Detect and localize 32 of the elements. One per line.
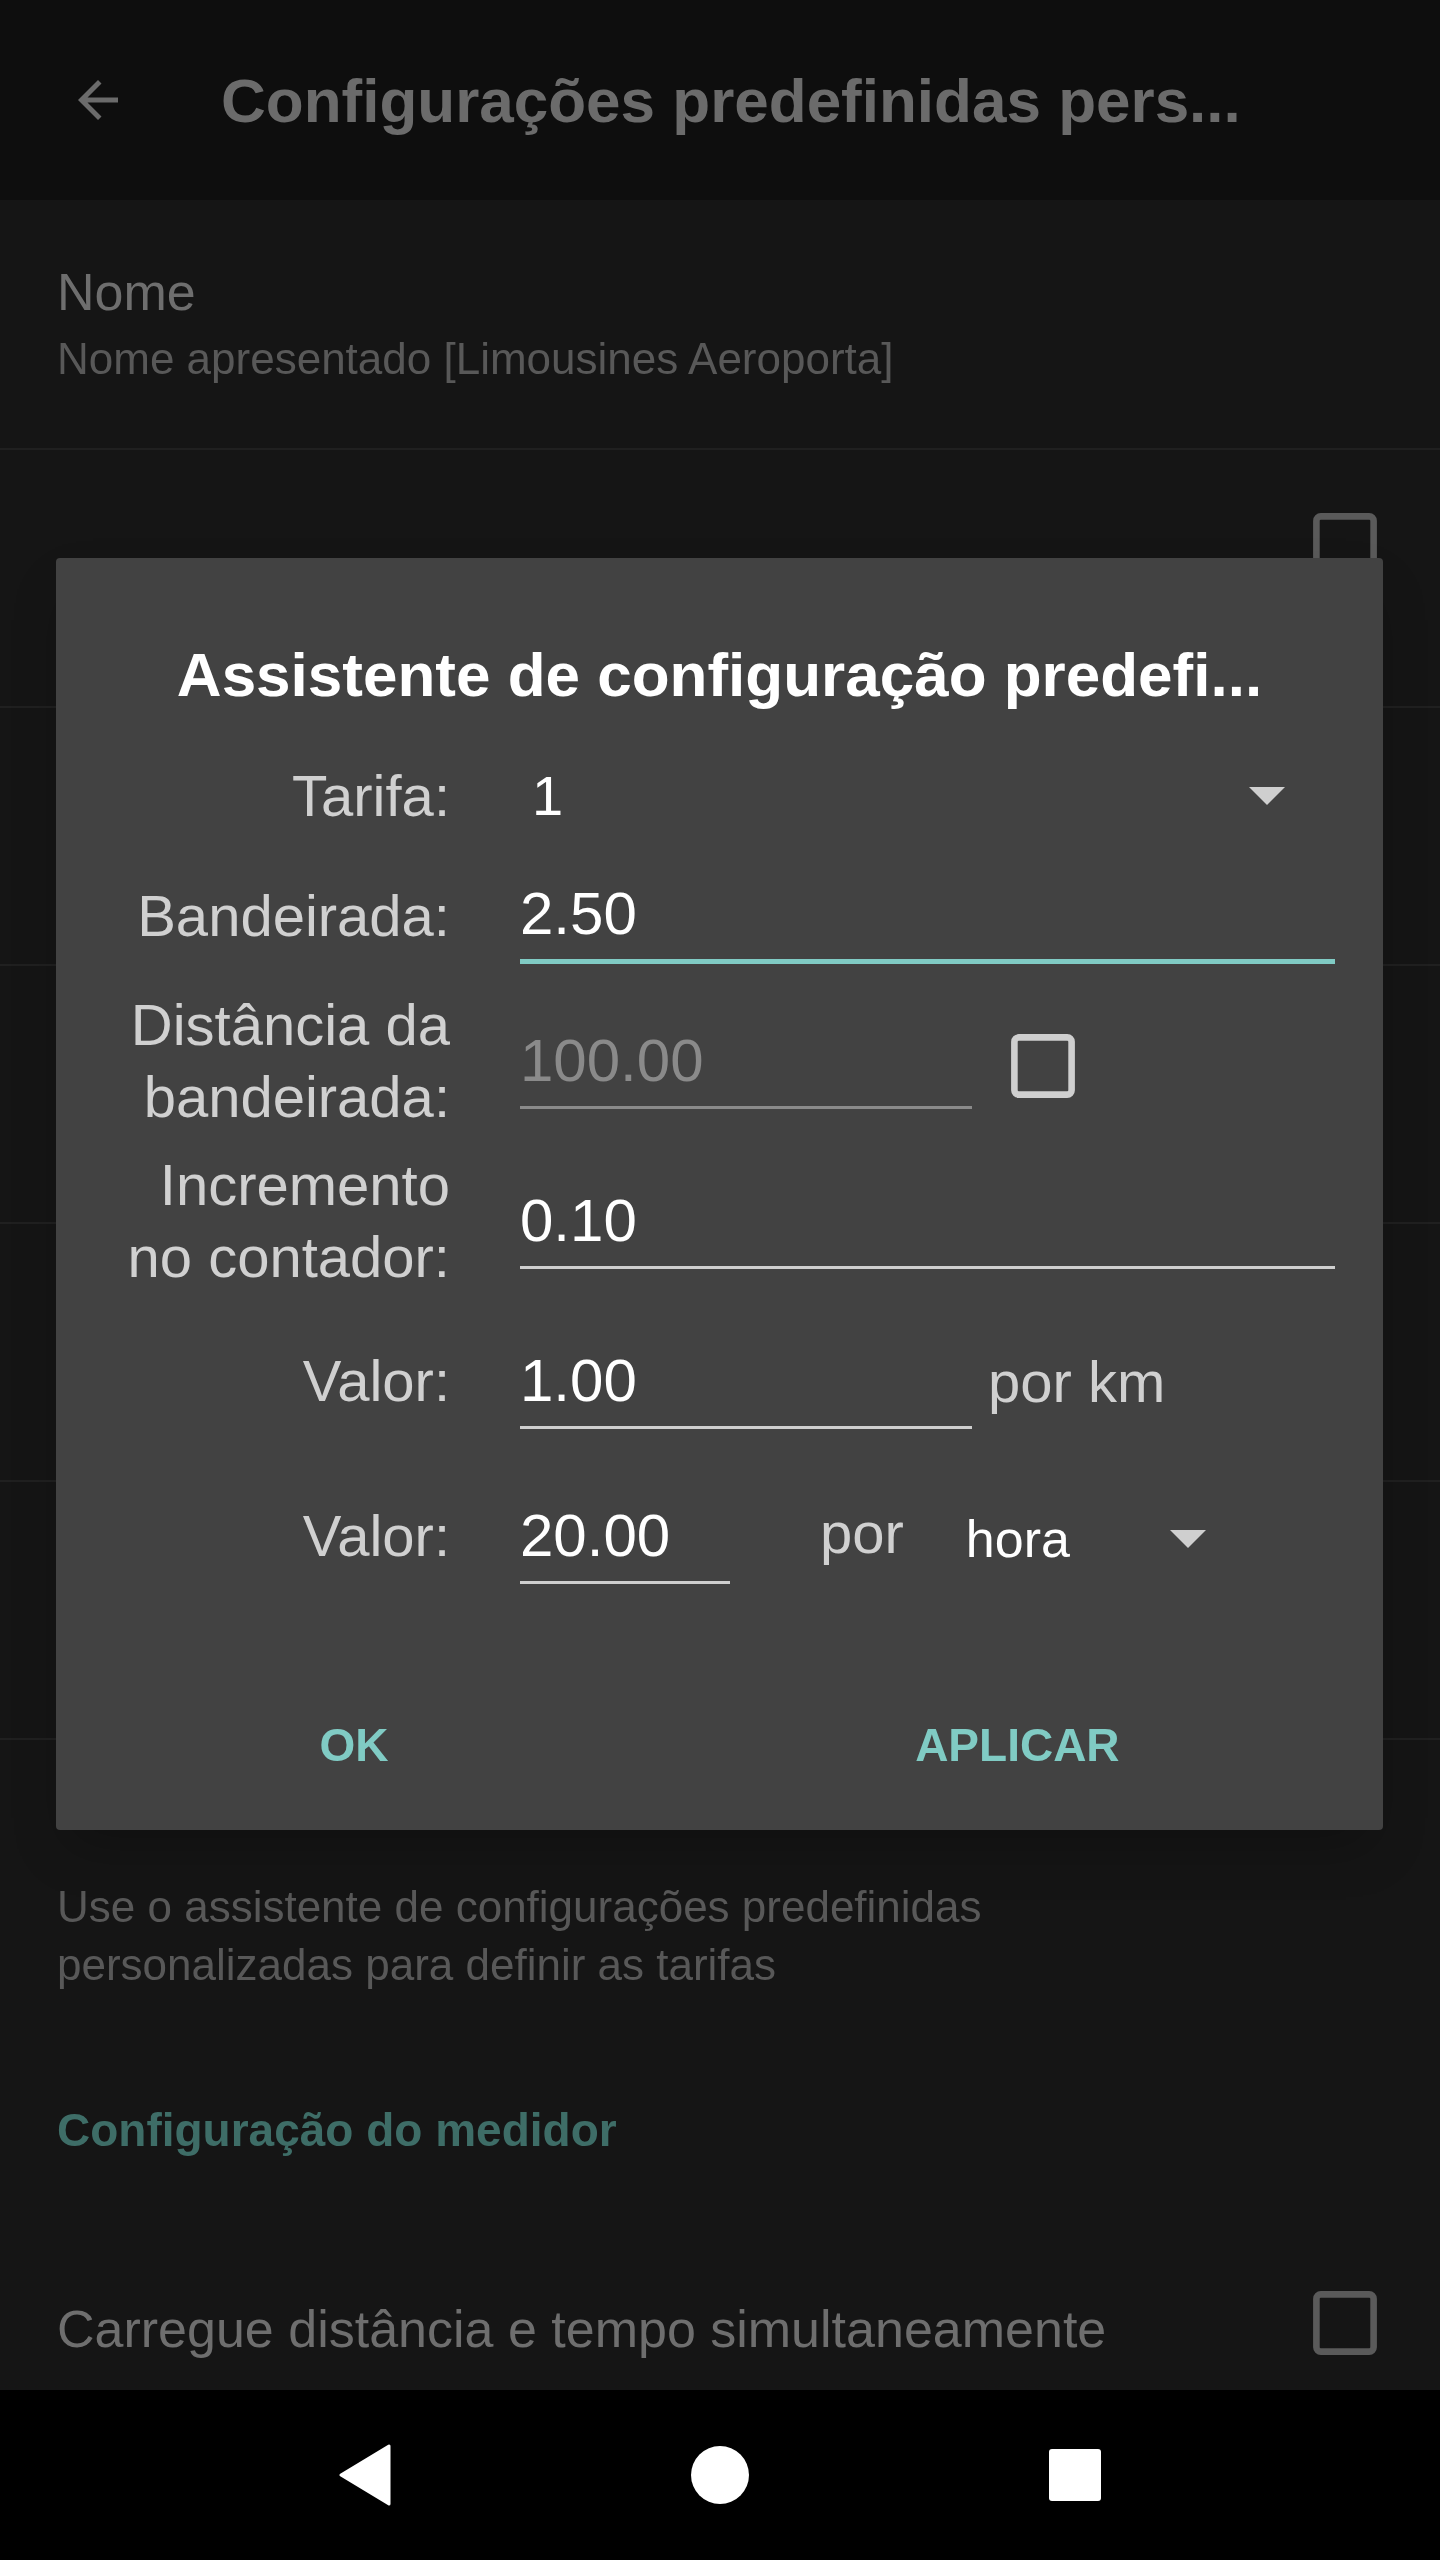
field-label: Valor:	[301, 1502, 450, 1570]
dropdown[interactable]: 1	[520, 751, 1333, 841]
dialog-button[interactable]: OK	[289, 1691, 419, 1800]
section-header: Configuração do medidor	[57, 2102, 617, 2158]
input-field[interactable]: 1.00	[520, 1333, 972, 1429]
dialog-title: Assistente de configuração predefi...	[176, 639, 1263, 711]
input-field: 100.00	[520, 1013, 972, 1109]
settings-item[interactable]: Carregue distância e tempo simultaneamente	[0, 2230, 1440, 2390]
field-label: Valor:	[301, 1347, 450, 1415]
settings-item[interactable]: Nome Nome apresentado [Limousines Aeroporta]	[0, 200, 1440, 450]
input-field[interactable]: 0.10	[520, 1173, 1335, 1269]
field-label: Bandeirada:	[136, 882, 450, 950]
dialog-button[interactable]: APLICAR	[885, 1691, 1150, 1800]
dropdown-value: 1	[532, 763, 564, 829]
unit-label: por km	[988, 1347, 1166, 1416]
dropdown-caret-icon	[1169, 1529, 1206, 1548]
input-field[interactable]: 2.50	[520, 868, 1335, 964]
dropdown-value: hora	[965, 1508, 1070, 1570]
field-label: Distância da bandeirada:	[129, 991, 450, 1131]
item-title: Carregue distância e tempo simultaneamente	[57, 2299, 1107, 2360]
unit-label: por	[820, 1498, 904, 1567]
input-field[interactable]: 20.00	[520, 1488, 730, 1584]
item-title: Nome	[57, 262, 197, 323]
back-triangle-icon[interactable]	[339, 2444, 391, 2506]
dropdown[interactable]: hora	[953, 1493, 1254, 1584]
field-label: Tarifa:	[291, 762, 450, 830]
checkbox[interactable]	[1312, 2290, 1378, 2356]
item-summary: Nome apresentado [Limousines Aeroporta]	[57, 333, 895, 385]
screen-title: Configurações predefinidas pers...	[221, 64, 1241, 137]
home-circle-icon[interactable]	[691, 2446, 749, 2504]
dropdown-caret-icon	[1249, 787, 1285, 805]
field-label: Incremento no contador:	[126, 1151, 450, 1291]
